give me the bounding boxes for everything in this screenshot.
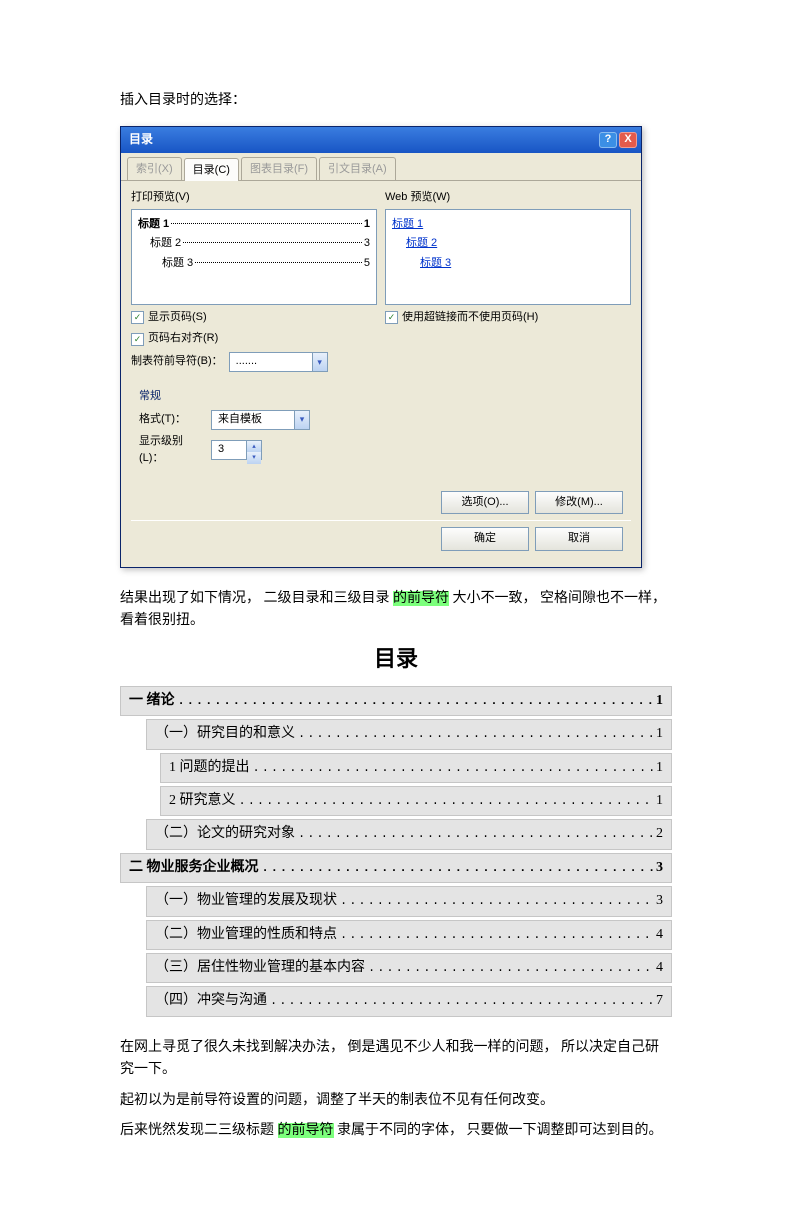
toc-row-label: （四）冲突与沟通 — [155, 990, 267, 1012]
toc-row-label: （二）物业管理的性质和特点 — [155, 924, 337, 946]
pp-row-text: 标题 1 — [138, 216, 169, 234]
toc-row-label: 1 问题的提出 — [169, 757, 250, 779]
right-align-checkbox[interactable]: ✓ — [131, 333, 144, 346]
help-button[interactable]: ? — [599, 132, 617, 148]
toc-row-page: 1 — [654, 723, 663, 745]
toc-row-label: （二）论文的研究对象 — [155, 823, 295, 845]
highlight-leader: 的前导符 — [278, 1123, 334, 1138]
toc-row-page: 3 — [654, 890, 663, 912]
toc-leader: ........................................… — [250, 759, 655, 778]
toc-row: （三）居住性物业管理的基本内容.........................… — [146, 953, 672, 983]
toc-row-label: 2 研究意义 — [169, 790, 236, 812]
format-label: 格式(T)： — [139, 411, 201, 429]
toc-leader: ........................................… — [295, 725, 654, 744]
toc-leader: ........................................… — [259, 859, 655, 878]
toc-row: （二）物业管理的性质和特点...........................… — [146, 920, 672, 950]
toc-row: （二）论文的研究对象..............................… — [146, 819, 672, 849]
toc-row: （一）物业管理的发展及现状...........................… — [146, 886, 672, 916]
toc-leader: ........................................… — [337, 892, 654, 911]
print-preview-box: 标题 1 1 标题 2 3 标题 3 5 — [131, 209, 377, 305]
show-page-numbers-label: 显示页码(S) — [148, 309, 207, 327]
paragraph: 后来恍然发现二三级标题 的前导符 隶属于不同的字体， 只要做一下调整即可达到目的… — [120, 1120, 672, 1142]
toc-row-label: （三）居住性物业管理的基本内容 — [155, 957, 365, 979]
spinner-up-icon[interactable]: ▴ — [247, 441, 261, 452]
toc-row: 2 研究意义..................................… — [160, 786, 672, 816]
toc-row-page: 2 — [654, 823, 663, 845]
toc-row-page: 1 — [654, 690, 663, 712]
chevron-down-icon[interactable]: ▾ — [312, 353, 327, 371]
result-description: 结果出现了如下情况， 二级目录和三级目录 的前导符 大小不一致， 空格间隙也不一… — [120, 588, 672, 633]
toc-row: （一）研究目的和意义..............................… — [146, 719, 672, 749]
right-align-label: 页码右对齐(R) — [148, 330, 218, 348]
web-preview-label: Web 预览(W) — [385, 189, 631, 207]
chevron-down-icon[interactable]: ▾ — [294, 411, 309, 429]
levels-spinner[interactable]: 3 ▴▾ — [211, 440, 262, 460]
toc-row-page: 1 — [654, 757, 663, 779]
cancel-button[interactable]: 取消 — [535, 527, 623, 551]
close-button[interactable]: X — [619, 132, 637, 148]
ok-button[interactable]: 确定 — [441, 527, 529, 551]
tab-leader-combo[interactable]: ....... ▾ — [229, 352, 328, 372]
pp-row-page: 1 — [364, 216, 370, 234]
toc-title: 目录 — [120, 641, 672, 676]
hyperlinks-label: 使用超链接而不使用页码(H) — [402, 309, 538, 327]
tab-toc[interactable]: 目录(C) — [184, 158, 239, 182]
tab-citations[interactable]: 引文目录(A) — [319, 157, 396, 181]
general-section-title: 常规 — [139, 388, 623, 406]
format-combo[interactable]: 来自模板 ▾ — [211, 410, 310, 430]
intro-text: 插入目录时的选择： — [120, 90, 672, 112]
toc-row-page: 3 — [654, 857, 663, 879]
dialog-tabs: 索引(X) 目录(C) 图表目录(F) 引文目录(A) — [121, 153, 641, 182]
dialog-titlebar: 目录 ? X — [121, 127, 641, 152]
toc-row-label: （一）物业管理的发展及现状 — [155, 890, 337, 912]
web-link[interactable]: 标题 3 — [420, 255, 624, 273]
paragraph: 起初以为是前导符设置的问题，调整了半天的制表位不见有任何改变。 — [120, 1090, 672, 1112]
pp-row-text: 标题 3 — [162, 255, 193, 273]
options-button[interactable]: 选项(O)... — [441, 491, 529, 515]
toc-row-page: 4 — [654, 924, 663, 946]
toc-leader: ........................................… — [365, 959, 654, 978]
toc-row-page: 1 — [654, 790, 663, 812]
pp-row-page: 5 — [364, 255, 370, 273]
pp-row-text: 标题 2 — [150, 235, 181, 253]
web-preview-box: 标题 1 标题 2 标题 3 — [385, 209, 631, 305]
print-preview-label: 打印预览(V) — [131, 189, 377, 207]
web-link[interactable]: 标题 2 — [406, 235, 624, 253]
toc-row-page: 4 — [654, 957, 663, 979]
hyperlinks-checkbox[interactable]: ✓ — [385, 311, 398, 324]
toc-leader: ........................................… — [267, 992, 654, 1011]
toc-row-label: （一）研究目的和意义 — [155, 723, 295, 745]
toc-row: 1 问题的提出.................................… — [160, 753, 672, 783]
toc-row-label: 一 绪论 — [129, 690, 175, 712]
paragraph: 在网上寻觅了很久未找到解决办法， 倒是遇见不少人和我一样的问题， 所以决定自己研… — [120, 1037, 672, 1082]
show-page-numbers-checkbox[interactable]: ✓ — [131, 311, 144, 324]
spinner-down-icon[interactable]: ▾ — [247, 452, 261, 463]
tab-index[interactable]: 索引(X) — [127, 157, 182, 181]
toc-row: 一 绪论....................................… — [120, 686, 672, 716]
tab-leader-label: 制表符前导符(B)： — [131, 353, 223, 371]
toc-row: （四）冲突与沟通................................… — [146, 986, 672, 1016]
toc-row: 二 物业服务企业概况..............................… — [120, 853, 672, 883]
web-link[interactable]: 标题 1 — [392, 216, 624, 234]
toc-result: 目录 一 绪论.................................… — [120, 641, 672, 1017]
toc-row-page: 7 — [654, 990, 663, 1012]
modify-button[interactable]: 修改(M)... — [535, 491, 623, 515]
pp-row-page: 3 — [364, 235, 370, 253]
highlight-leader: 的前导符 — [393, 591, 449, 606]
dialog-title: 目录 — [125, 130, 597, 149]
tab-figures[interactable]: 图表目录(F) — [241, 157, 317, 181]
toc-leader: ........................................… — [295, 825, 654, 844]
toc-leader: ........................................… — [175, 692, 655, 711]
toc-dialog: 目录 ? X 索引(X) 目录(C) 图表目录(F) 引文目录(A) 打印预览(… — [120, 126, 642, 568]
toc-leader: ........................................… — [337, 926, 654, 945]
toc-row-label: 二 物业服务企业概况 — [129, 857, 259, 879]
levels-label: 显示级别(L)： — [139, 433, 201, 468]
toc-leader: ........................................… — [236, 792, 655, 811]
